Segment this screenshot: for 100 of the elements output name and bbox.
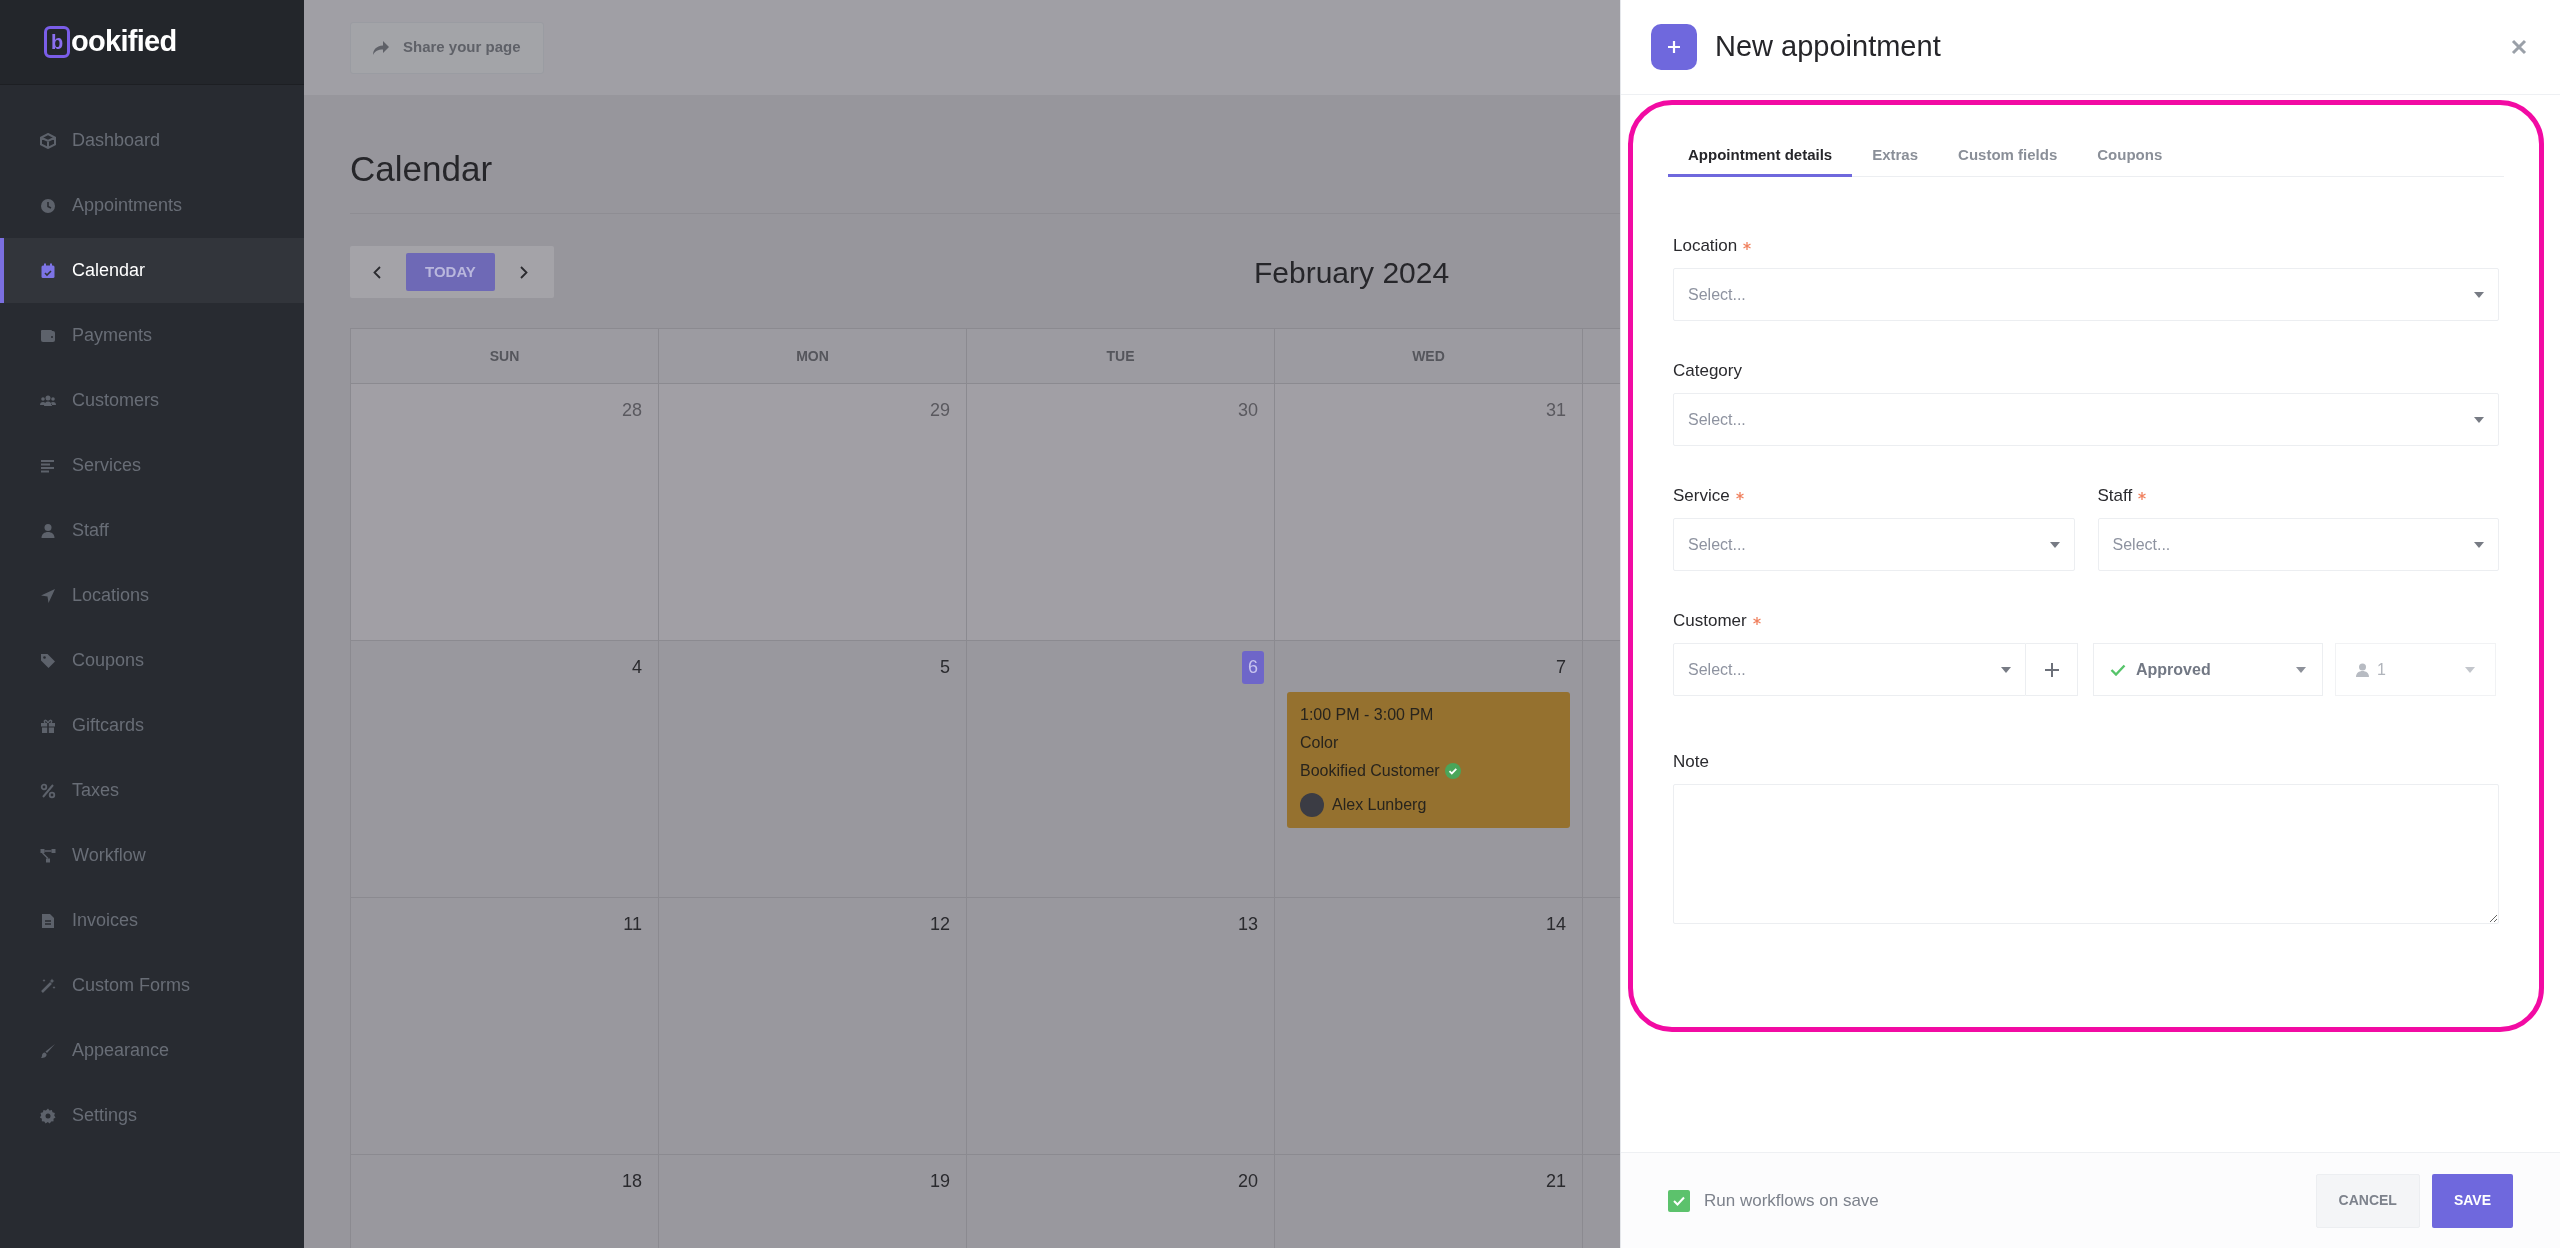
check-icon [1673,1195,1685,1206]
select-field[interactable]: Select... [1673,268,2499,321]
logo-text: ookified [71,24,177,60]
sidebar-item[interactable]: Taxes [0,758,304,823]
day-number: 13 [1236,913,1259,936]
tab[interactable]: Coupons [2077,137,2183,177]
logo-mark: b [44,26,70,58]
add-customer-button[interactable] [2026,643,2078,696]
field-label: Category [1673,360,1742,383]
brush-icon [40,1042,56,1059]
checkbox-label: Run workflows on save [1704,1189,1879,1212]
note-field[interactable] [1673,784,2499,924]
caret-icon [2049,541,2060,548]
document-icon [40,912,56,929]
save-button[interactable]: SAVE [2431,1173,2513,1228]
percent-icon [40,782,56,799]
weekday-header: TUE [967,329,1275,384]
day-number: 7 [1555,656,1567,679]
tab[interactable]: Appointment details [1668,137,1853,177]
day-cell[interactable]: 30 [967,384,1275,641]
day-cell[interactable]: 6 [967,641,1275,898]
caret-icon [2296,666,2306,673]
day-cell[interactable]: 13 [967,898,1275,1155]
wallet-icon [40,327,56,344]
sidebar-item[interactable]: Coupons [0,628,304,693]
field-label: Note [1673,751,1709,774]
check-icon [2110,663,2126,676]
tag-icon [40,652,56,669]
field-label: Location [1673,235,1738,258]
appointment-service: Color [1300,733,1340,753]
day-number: 14 [1544,913,1567,936]
list-icon [40,457,56,474]
user-icon [40,522,56,539]
sidebar-item[interactable]: Workflow [0,823,304,888]
day-number: 19 [928,1170,951,1193]
plus-icon [1667,40,1681,54]
sidebar-item[interactable]: Giftcards [0,693,304,758]
day-cell[interactable]: 29 [659,384,967,641]
clock-icon [40,197,56,214]
caret-icon [2474,291,2484,298]
user-icon [2356,662,2369,677]
sidebar-item[interactable]: Services [0,433,304,498]
weekday-header: SUN [351,329,659,384]
caret-icon [2474,541,2484,548]
sidebar-item[interactable]: Custom Forms [0,953,304,1018]
day-cell[interactable]: 11 [351,898,659,1155]
field-label: Customer [1673,610,1747,633]
day-number: 29 [928,399,951,422]
sidebar-item[interactable]: Customers [0,368,304,433]
day-cell[interactable] [1583,384,1620,641]
sidebar-item[interactable]: Locations [0,563,304,628]
day-number: 21 [1544,1170,1567,1193]
day-cell[interactable]: 28 [351,384,659,641]
sidebar-item[interactable]: Appearance [0,1018,304,1083]
magic-wand-icon [40,977,56,994]
caret-icon [2465,666,2475,673]
today-button[interactable]: TODAY [406,253,495,291]
appointment-customer: Bookified Customer [1300,761,1440,781]
status-select[interactable]: Approved [2093,643,2323,696]
day-number: 5 [939,656,951,679]
weekday-header: WED [1275,329,1583,384]
select-field[interactable]: Select... [2097,518,2499,571]
panel-title: New appointment [1715,29,1941,65]
checkbox[interactable] [1668,1189,1690,1212]
people-count-select[interactable]: 1 [2335,643,2496,696]
caret-icon [2474,416,2484,423]
page-title: Calendar [350,148,494,190]
appointment-card[interactable]: 1:00 PM - 3:00 PM Color Bookified Customer Alex Lunberg [1287,692,1570,828]
sidebar-item[interactable]: Staff [0,498,304,563]
day-cell[interactable]: 5 [659,641,967,898]
plus-icon [2044,662,2059,677]
sidebar-item[interactable]: Settings [0,1083,304,1148]
day-number: 11 [622,913,643,936]
day-number: 6 [1242,651,1264,684]
sidebar-item[interactable]: Calendar [0,238,304,303]
select-field[interactable]: Select... [1673,643,2026,696]
field-label: Staff [2097,485,2133,508]
day-number: 4 [631,656,643,679]
day-number: 18 [620,1170,643,1193]
day-cell[interactable]: 31 [1275,384,1583,641]
tab[interactable]: Extras [1852,137,1939,177]
day-number: 28 [620,399,643,422]
tab[interactable]: Custom fields [1938,137,2078,177]
sidebar-item[interactable]: Appointments [0,173,304,238]
sidebar-item[interactable]: Invoices [0,888,304,953]
field-label: Service [1673,485,1730,508]
calendar-icon [40,262,56,279]
day-cell[interactable]: 7 1:00 PM - 3:00 PM Color Bookified Customer Alex Lunberg [1275,641,1583,898]
select-field[interactable]: Select... [1673,518,2075,571]
day-number: 12 [928,913,951,936]
sidebar-item[interactable]: Dashboard [0,108,304,173]
cancel-button[interactable]: CANCEL [2315,1173,2420,1228]
day-cell[interactable]: 14 [1275,898,1583,1155]
day-cell[interactable]: 4 [351,641,659,898]
flow-icon [40,847,56,864]
select-field[interactable]: Select... [1673,393,2499,446]
chevron-right-icon [519,265,528,279]
share-button[interactable]: Share your page [350,21,544,74]
sidebar-item[interactable]: Payments [0,303,304,368]
day-cell[interactable]: 12 [659,898,967,1155]
